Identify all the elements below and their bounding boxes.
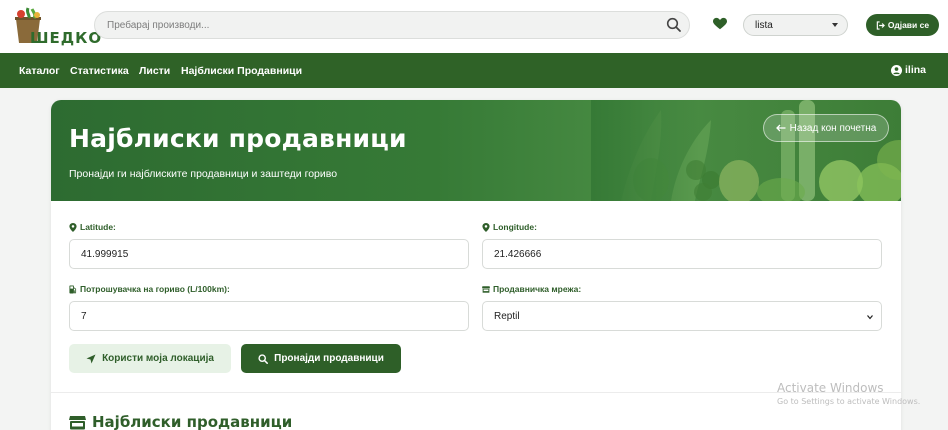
store-icon (482, 285, 490, 293)
gas-pump-icon (69, 285, 77, 293)
windows-activation-watermark: Activate Windows Go to Settings to activ… (777, 381, 920, 406)
user-icon (890, 64, 902, 76)
latitude-value: 41.999915 (81, 248, 129, 260)
store-network-label-text: Продавничка мрежа: (493, 284, 582, 294)
fuel-consumption-label: Потрошувачка на гориво (L/100km): (69, 284, 230, 294)
fuel-consumption-field[interactable]: 7 (69, 301, 469, 331)
logout-button[interactable]: Одјави се (866, 14, 939, 36)
nav-item-nearest-stores[interactable]: Најблиски Продавници (181, 65, 302, 77)
fuel-consumption-value: 7 (81, 310, 87, 322)
search-icon (258, 353, 269, 364)
chevron-down-icon (832, 23, 838, 27)
find-stores-label: Пронајди продавници (274, 353, 384, 364)
nav-item-catalog[interactable]: Каталог (19, 65, 60, 77)
chevron-down-icon (867, 315, 873, 320)
latitude-label: Latitude: (69, 222, 116, 232)
longitude-label-text: Longitude: (493, 222, 537, 232)
longitude-label: Longitude: (482, 222, 537, 232)
map-marker-icon (69, 222, 77, 232)
longitude-value: 21.426666 (494, 248, 542, 260)
results-title-text: Најблиски продавници (92, 413, 293, 430)
logo-text: ШЕДКО (30, 29, 103, 47)
store-network-value: Reptil (494, 310, 520, 322)
heart-icon[interactable] (713, 17, 727, 31)
longitude-field[interactable]: 21.426666 (482, 239, 882, 269)
back-home-label: Назад кон почетна (789, 122, 877, 134)
logout-icon (876, 20, 885, 30)
page-title: Најблиски продавници (69, 124, 407, 153)
main-nav: Каталог Статистика Листи Најблиски Прода… (0, 53, 948, 88)
store-network-label: Продавничка мрежа: (482, 284, 581, 294)
latitude-field[interactable]: 41.999915 (69, 239, 469, 269)
back-home-button[interactable]: Назад кон почетна (763, 114, 889, 142)
top-header: ШЕДКО lista Одјави се (0, 0, 948, 53)
use-my-location-button[interactable]: Користи моја локација (69, 344, 231, 373)
latitude-label-text: Latitude: (80, 222, 116, 232)
logout-label: Одјави се (887, 20, 930, 30)
search-input[interactable] (107, 12, 647, 38)
user-name: ilina (904, 64, 926, 76)
store-network-select[interactable]: Reptil (482, 301, 882, 331)
watermark-title: Activate Windows (777, 381, 884, 395)
find-stores-button[interactable]: Пронајди продавници (241, 344, 401, 373)
watermark-subtitle: Go to Settings to activate Windows. (777, 397, 921, 406)
user-menu[interactable]: ilina (890, 64, 926, 76)
location-arrow-icon (86, 354, 96, 363)
page-subtitle: Пронајди ги најблиските продавници и заш… (69, 168, 338, 180)
nav-item-lists[interactable]: Листи (139, 65, 170, 77)
hero-banner: Најблиски продавници Пронајди ги најблис… (51, 100, 901, 201)
section-divider (51, 392, 901, 393)
nearest-stores-card: Најблиски продавници Пронајди ги најблис… (51, 100, 901, 430)
results-section-title: Најблиски продавници (69, 413, 292, 430)
search-icon[interactable] (666, 17, 682, 33)
use-my-location-label: Користи моја локација (102, 353, 214, 364)
fuel-consumption-label-text: Потрошувачка на гориво (L/100km): (80, 284, 230, 294)
map-marker-icon (482, 222, 490, 232)
nav-item-statistics[interactable]: Статистика (70, 65, 129, 77)
logo[interactable]: ШЕДКО (12, 5, 101, 47)
search-bar[interactable] (94, 11, 690, 39)
list-select-value: lista (755, 20, 773, 31)
arrow-left-icon (775, 124, 786, 132)
list-select[interactable]: lista (743, 14, 848, 36)
store-icon (69, 415, 86, 429)
